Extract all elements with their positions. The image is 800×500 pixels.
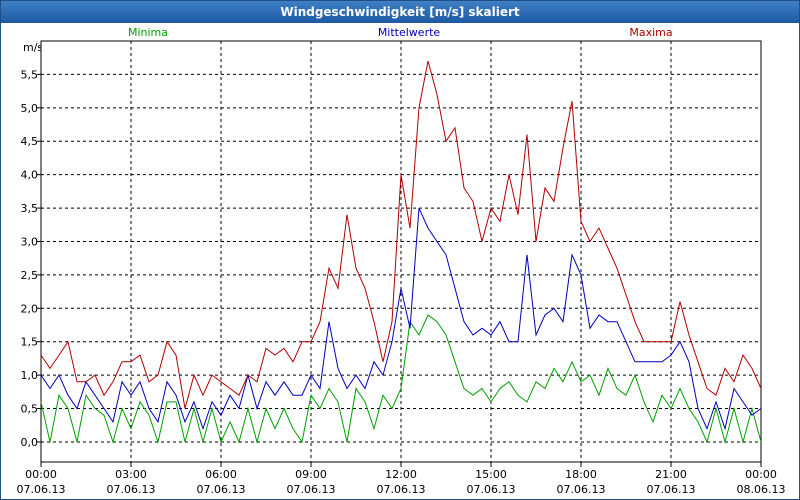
x-tick-date: 08.06.13 xyxy=(737,483,786,496)
x-tick-time: 00:00 xyxy=(745,468,777,481)
x-tick-date: 07.06.13 xyxy=(197,483,246,496)
x-axis-ticks: 00:00 07.06.13 03:00 07.06.13 06:00 07.06.13 0… xyxy=(17,462,786,496)
x-tick-time: 03:00 xyxy=(115,468,147,481)
y-tick-label: 3,5 xyxy=(21,202,39,215)
y-tick-label: 0,0 xyxy=(21,436,39,449)
y-tick-label: 4,5 xyxy=(21,135,39,148)
x-tick-time: 18:00 xyxy=(565,468,597,481)
y-tick-label: 0,5 xyxy=(21,403,39,416)
y-tick-label: 5,0 xyxy=(21,102,39,115)
window-title: Windgeschwindigkeit [m/s] skaliert xyxy=(1,1,799,23)
x-tick-date: 07.06.13 xyxy=(377,483,426,496)
y-tick-label: 1,0 xyxy=(21,369,39,382)
y-tick-label: 3,0 xyxy=(21,235,39,248)
wind-speed-chart: Minima Mittelwerte Maxima m/s 0,0 0,5 1,0 1,5… xyxy=(17,26,786,496)
x-tick-time: 00:00 xyxy=(25,468,57,481)
x-tick-date: 07.06.13 xyxy=(17,483,66,496)
x-tick-time: 21:00 xyxy=(655,468,687,481)
x-tick-date: 07.06.13 xyxy=(107,483,156,496)
x-tick-time: 06:00 xyxy=(205,468,237,481)
y-tick-label: 2,0 xyxy=(21,302,39,315)
y-tick-label: 2,5 xyxy=(21,269,39,282)
x-tick-time: 12:00 xyxy=(385,468,417,481)
legend-item-mittelwerte: Mittelwerte xyxy=(378,26,441,39)
legend-item-minima: Minima xyxy=(128,26,168,39)
y-tick-label: 1,5 xyxy=(21,336,39,349)
y-axis-ticks: 0,0 0,5 1,0 1,5 2,0 2,5 3,0 3,5 4,0 4,5 5,0 5,5 xyxy=(21,68,41,449)
x-tick-date: 07.06.13 xyxy=(287,483,336,496)
x-tick-date: 07.06.13 xyxy=(647,483,696,496)
legend-item-maxima: Maxima xyxy=(629,26,672,39)
y-tick-label: 4,0 xyxy=(21,169,39,182)
y-axis-label: m/s xyxy=(23,41,43,54)
x-tick-time: 09:00 xyxy=(295,468,327,481)
x-tick-date: 07.06.13 xyxy=(557,483,606,496)
x-tick-date: 07.06.13 xyxy=(467,483,516,496)
y-tick-label: 5,5 xyxy=(21,68,39,81)
chart-window: Windgeschwindigkeit [m/s] skaliert Minim… xyxy=(0,0,800,500)
legend: Minima Mittelwerte Maxima xyxy=(128,26,673,39)
x-tick-time: 15:00 xyxy=(475,468,507,481)
